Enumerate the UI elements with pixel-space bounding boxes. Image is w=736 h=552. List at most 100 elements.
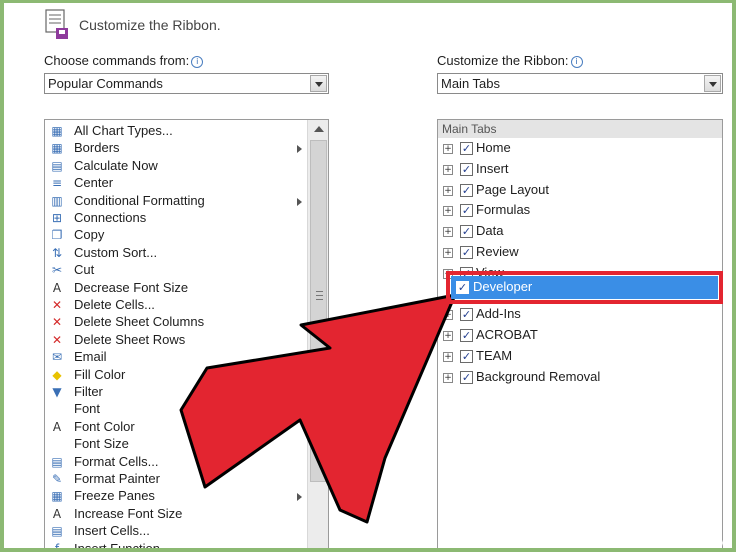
list-item[interactable]: ≡ Center <box>45 175 307 192</box>
list-item[interactable]: Font <box>45 401 307 418</box>
list-item[interactable]: ▦ Borders <box>45 140 307 157</box>
expand-icon[interactable]: + <box>443 185 453 196</box>
main-tabs-tree[interactable]: Main Tabs + ✓ Home + ✓ Insert + ✓ Page Layout + ✓ F… <box>437 119 723 548</box>
list-item-label: Connections <box>74 210 147 225</box>
decrease-font-icon: A <box>52 280 62 295</box>
list-item-label: Insert Function... <box>74 541 171 548</box>
list-item[interactable]: ▤ Format Cells... <box>45 454 307 471</box>
tab-checkbox[interactable]: ✓ <box>460 204 473 218</box>
list-item[interactable]: A Font Color <box>45 419 307 436</box>
scroll-up-icon[interactable] <box>314 126 324 132</box>
expand-icon[interactable]: + <box>443 248 453 258</box>
info-icon[interactable]: i <box>570 56 583 68</box>
list-item[interactable]: Font Size <box>45 436 307 453</box>
list-item[interactable]: ▦ All Chart Types... <box>45 123 307 140</box>
watermark: wikiHow <box>661 532 730 550</box>
tab-team-row[interactable]: + ✓ TEAM <box>438 347 722 366</box>
tab-label: Page Layout <box>476 181 550 197</box>
filter-icon: ▼ <box>52 385 62 399</box>
submenu-arrow-icon <box>297 197 302 206</box>
list-item[interactable]: ⊞ Connections <box>45 210 307 227</box>
customize-ribbon-text: Customize the Ribbon: <box>437 53 569 68</box>
conditional-formatting-icon: ▥ <box>51 193 63 208</box>
tab-checkbox[interactable]: ✓ <box>460 225 473 239</box>
list-item[interactable]: ✕ Delete Cells... <box>45 297 307 314</box>
list-item-label: Center <box>74 175 114 191</box>
choose-commands-dropdown[interactable]: Popular Commands <box>44 73 329 94</box>
insert-cells-icon: ▤ <box>51 524 63 539</box>
developer-highlight-box <box>446 271 723 304</box>
list-item-label: Delete Sheet Rows <box>74 331 186 347</box>
expand-icon[interactable]: + <box>443 331 453 342</box>
tree-header-label: Main Tabs <box>442 122 497 136</box>
tab-checkbox[interactable]: ✓ <box>460 246 473 259</box>
customize-ribbon-dropdown[interactable]: Main Tabs <box>437 73 723 94</box>
expand-icon[interactable]: + <box>443 164 453 175</box>
list-item-label: Delete Cells... <box>74 297 155 312</box>
list-item-label: Conditional Formatting <box>74 192 205 208</box>
list-item[interactable]: A Decrease Font Size <box>45 280 307 297</box>
info-icon[interactable]: i <box>191 56 204 68</box>
list-item-label: Copy <box>74 227 105 243</box>
expand-icon[interactable]: + <box>443 352 453 362</box>
list-item[interactable]: ✎ Format Painter <box>45 471 307 488</box>
tab-data-row[interactable]: + ✓ Data <box>438 222 722 241</box>
scissors-icon: ✂ <box>51 263 63 278</box>
tab-checkbox[interactable]: ✓ <box>460 329 473 343</box>
list-item[interactable]: ▤ Calculate Now <box>45 158 307 175</box>
choose-commands-text: Choose commands from: <box>44 53 190 68</box>
tab-insert-row[interactable]: + ✓ Insert <box>438 160 722 179</box>
list-item[interactable]: ƒ Insert Function... <box>45 541 307 548</box>
list-item[interactable]: ▤ Insert Cells... <box>45 523 307 540</box>
dropdown-arrow-icon[interactable] <box>704 75 721 92</box>
list-item[interactable]: ✉ Email <box>45 349 307 366</box>
list-item[interactable]: A Increase Font Size <box>45 506 307 523</box>
format-painter-icon: ✎ <box>51 472 63 486</box>
list-item-label: Insert Cells... <box>74 523 150 539</box>
tab-checkbox[interactable]: ✓ <box>460 142 473 155</box>
tab-add-ins-row[interactable]: + ✓ Add-Ins <box>438 305 722 324</box>
expand-icon[interactable]: + <box>443 206 453 217</box>
list-item[interactable]: ⇅ Custom Sort... <box>45 245 307 262</box>
expand-icon[interactable]: + <box>443 227 453 238</box>
list-item[interactable]: ✂ Cut <box>45 262 307 279</box>
list-item-label: Email <box>74 349 107 365</box>
tab-checkbox[interactable]: ✓ <box>460 162 473 176</box>
list-item[interactable]: ✕ Delete Sheet Columns <box>45 314 307 331</box>
commands-scrollbar[interactable] <box>307 120 328 548</box>
freeze-panes-icon: ▦ <box>51 489 63 504</box>
dropdown-arrow-icon[interactable] <box>310 75 327 92</box>
tab-checkbox[interactable]: ✓ <box>460 183 473 197</box>
submenu-arrow-icon <box>297 145 302 154</box>
list-item-label: Delete Sheet Columns <box>74 314 205 330</box>
font-color-icon: A <box>52 419 62 434</box>
tab-review-row[interactable]: + ✓ Review <box>438 243 722 262</box>
list-item[interactable]: ▥ Conditional Formatting <box>45 193 307 210</box>
expand-icon[interactable]: + <box>443 372 453 383</box>
list-item-label: All Chart Types... <box>74 123 173 138</box>
list-item[interactable]: ❐ Copy <box>45 227 307 244</box>
font-size-icon <box>49 437 65 452</box>
tab-page-layout-row[interactable]: + ✓ Page Layout <box>438 181 722 200</box>
tab-label: Home <box>476 140 511 155</box>
tab-checkbox[interactable]: ✓ <box>460 308 473 322</box>
list-item-label: Borders <box>74 140 120 156</box>
list-item[interactable]: ▼ Filter <box>45 384 307 401</box>
tab-checkbox[interactable]: ✓ <box>460 370 473 384</box>
choose-commands-value: Popular Commands <box>48 76 163 91</box>
expand-icon[interactable]: + <box>443 310 453 321</box>
tab-formulas-row[interactable]: + ✓ Formulas <box>438 201 722 220</box>
tab-label: TEAM <box>476 348 513 363</box>
list-item[interactable]: ◆ Fill Color <box>45 367 307 384</box>
expand-icon[interactable]: + <box>443 144 453 154</box>
font-icon <box>49 402 65 417</box>
commands-list[interactable]: ▦ All Chart Types... ▦ Borders ▤ Calculate No… <box>44 119 329 548</box>
list-item[interactable]: ▦ Freeze Panes <box>45 488 307 505</box>
tab-checkbox[interactable]: ✓ <box>460 350 473 363</box>
list-item[interactable]: ✕ Delete Sheet Rows <box>45 332 307 349</box>
customize-ribbon-icon <box>45 9 68 39</box>
tab-home-row[interactable]: + ✓ Home <box>438 139 722 158</box>
tab-acrobat-row[interactable]: + ✓ ACROBAT <box>438 326 722 345</box>
scroll-thumb[interactable] <box>310 140 327 482</box>
tab-background-removal-row[interactable]: + ✓ Background Removal <box>438 368 722 387</box>
